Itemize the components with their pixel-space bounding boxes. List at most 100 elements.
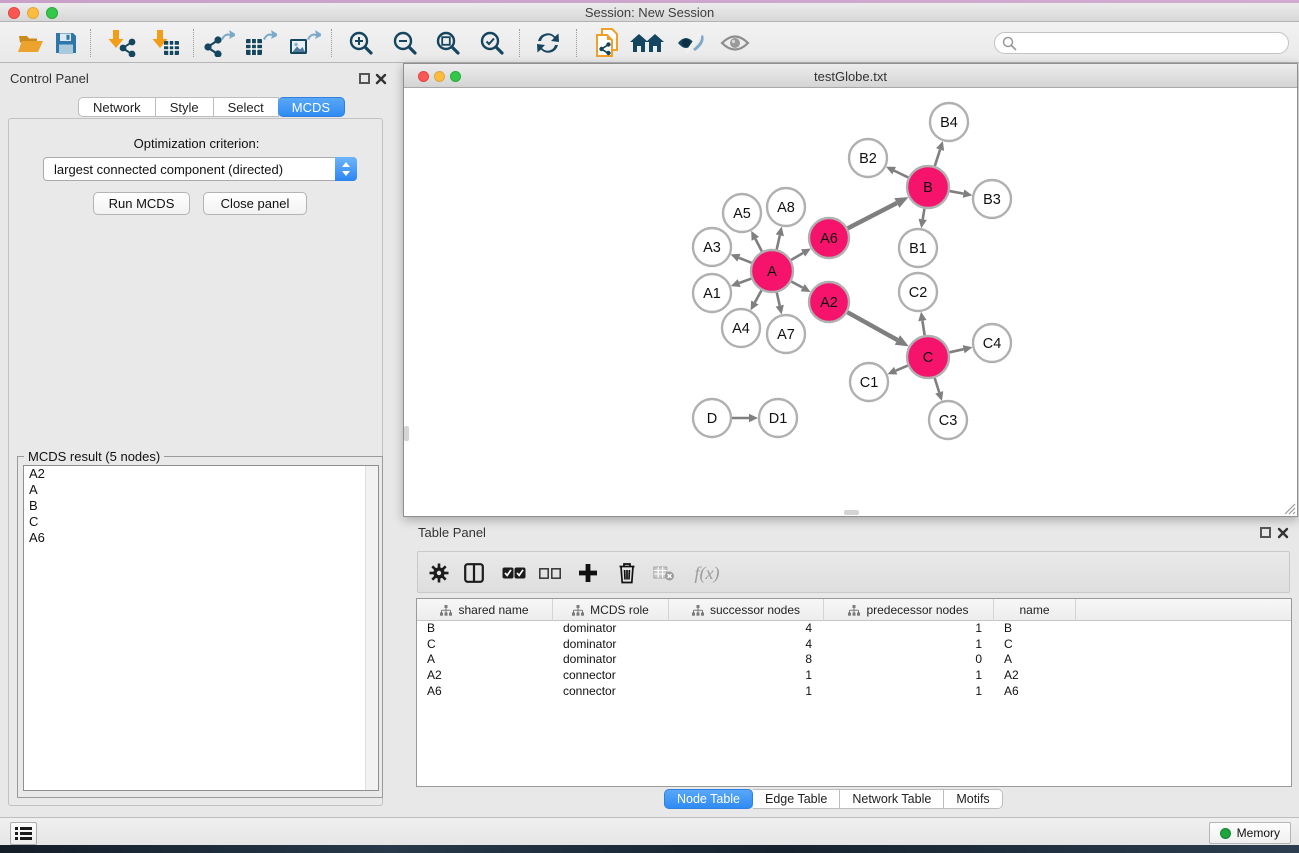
network-window-titlebar[interactable]: testGlobe.txt [404,64,1297,88]
graph-edge[interactable] [949,349,963,352]
column-header[interactable]: successor nodes [669,599,824,621]
search-icon [1002,36,1017,51]
graph-edge[interactable] [791,253,803,260]
shared-column-icon [572,605,584,616]
graph-edge[interactable] [755,239,762,252]
table-panel-float-icon[interactable] [1260,527,1271,538]
tab-style[interactable]: Style [156,97,214,117]
open-folder-icon[interactable] [13,28,47,58]
control-panel-float-icon[interactable] [359,73,370,84]
network-graph[interactable]: B4B2BB3A8A5A6A3B1AC2A1A2A4A7C4CC1DD1C3 [404,88,1297,516]
graph-edge[interactable] [739,279,751,283]
mcds-panel: Optimization criterion: largest connecte… [8,118,383,806]
export-table-icon[interactable] [244,28,278,58]
table-row[interactable]: A6connector11A6 [417,684,1291,700]
graph-edge[interactable] [950,191,964,194]
add-column-icon[interactable] [573,558,603,588]
table-cell: 1 [669,684,824,700]
mcds-result-list[interactable]: A2ABCA6 [23,465,379,791]
close-panel-button[interactable]: Close panel [203,192,307,215]
task-history-button[interactable] [10,822,37,845]
save-icon[interactable] [49,28,83,58]
select-all-icon[interactable] [499,558,529,588]
show-details-eye-icon[interactable] [718,28,752,58]
function-builder-icon[interactable]: f(x) [686,558,728,588]
list-item[interactable]: A [24,482,378,498]
tab-node-table[interactable]: Node Table [664,789,753,809]
zoom-selected-icon[interactable] [475,28,509,58]
list-item[interactable]: B [24,498,378,514]
export-image-icon[interactable] [288,28,322,58]
table-row[interactable]: Bdominator41B [417,621,1291,637]
graph-edge[interactable] [848,203,897,228]
graph-edge[interactable] [791,282,802,288]
table-row[interactable]: Adominator80A [417,652,1291,668]
graph-edge[interactable] [777,292,780,305]
network-bottom-scroll-mark[interactable] [844,510,859,515]
column-header[interactable]: MCDS role [553,599,669,621]
criterion-dropdown[interactable]: largest connected component (directed) [43,157,357,181]
graph-edge[interactable] [896,366,908,371]
graph-edge[interactable] [922,321,924,336]
gear-icon[interactable] [424,558,454,588]
table-toolbar: f(x) [417,551,1290,593]
import-network-icon[interactable] [104,28,138,58]
export-network-icon[interactable] [202,28,236,58]
table-cell: dominator [553,652,669,668]
graph-edge[interactable] [935,150,940,166]
node-label: A3 [703,240,721,256]
graph-edge[interactable] [739,258,752,263]
list-scrollbar[interactable] [365,466,378,790]
toggle-details-icon[interactable] [674,28,708,58]
edge-arrowhead [936,141,944,151]
resize-grip-icon[interactable] [1283,502,1296,515]
node-label: B2 [859,151,877,167]
table-row[interactable]: Cdominator41C [417,637,1291,653]
graph-edge[interactable] [935,378,940,392]
delete-column-icon[interactable] [612,558,642,588]
zoom-in-icon[interactable] [344,28,378,58]
list-item[interactable]: A2 [24,466,378,482]
tab-mcds[interactable]: MCDS [278,97,345,117]
clone-network-icon[interactable] [590,28,624,58]
zoom-fit-icon[interactable] [431,28,465,58]
table-panel-close-icon[interactable] [1277,527,1289,539]
node-label: A7 [777,327,795,343]
search-input[interactable] [1017,34,1288,52]
toolbar-separator [90,29,91,57]
table-row[interactable]: A2connector11A2 [417,668,1291,684]
graph-edge[interactable] [755,290,762,302]
tab-select[interactable]: Select [214,97,279,117]
run-mcds-button[interactable]: Run MCDS [93,192,190,215]
tab-edge-table[interactable]: Edge Table [753,789,840,809]
tab-motifs[interactable]: Motifs [944,789,1002,809]
refresh-layout-icon[interactable] [531,28,565,58]
control-panel-close-icon[interactable] [375,73,387,85]
columns-icon[interactable] [459,558,489,588]
unselect-all-icon[interactable] [535,558,565,588]
memory-label: Memory [1237,826,1280,840]
node-table[interactable]: shared nameMCDS rolesuccessor nodesprede… [416,598,1292,787]
memory-button[interactable]: Memory [1209,822,1291,844]
tab-network[interactable]: Network [78,97,156,117]
column-header[interactable]: shared name [417,599,553,621]
import-table-icon[interactable] [148,28,182,58]
node-label: C3 [939,413,958,429]
delete-table-icon[interactable] [649,558,679,588]
list-item[interactable]: C [24,514,378,530]
graph-edge[interactable] [777,235,780,249]
graph-edge[interactable] [894,171,908,178]
column-header[interactable]: name [994,599,1076,621]
edge-arrowhead [749,414,758,422]
list-icon [15,826,32,841]
graph-edge[interactable] [923,209,925,220]
graph-edge[interactable] [847,312,897,340]
network-left-scroll-mark[interactable] [404,426,409,441]
zoom-out-icon[interactable] [388,28,422,58]
search-box[interactable] [994,32,1289,54]
home-views-icon[interactable] [630,28,664,58]
column-header[interactable]: predecessor nodes [824,599,994,621]
list-item[interactable]: A6 [24,530,378,546]
tab-network-table[interactable]: Network Table [840,789,944,809]
toolbar-separator [519,29,520,57]
